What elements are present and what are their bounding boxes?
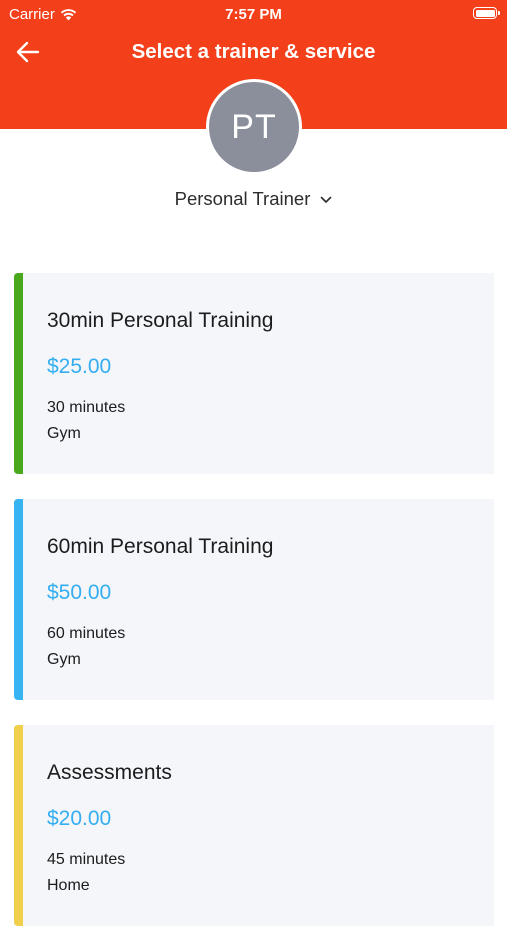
service-location: Gym — [47, 425, 81, 442]
service-duration: 30 minutes — [47, 399, 126, 416]
service-price: $25.00 — [47, 355, 112, 378]
service-price: $20.00 — [47, 807, 112, 830]
service-location: Home — [47, 877, 90, 894]
service-name: Assessments — [47, 761, 172, 784]
service-location: Gym — [47, 651, 81, 668]
chevron-down-icon — [321, 196, 332, 203]
trainer-name: Personal Trainer — [174, 188, 311, 209]
service-duration: 45 minutes — [47, 851, 126, 868]
back-button[interactable] — [14, 38, 42, 66]
service-name: 30min Personal Training — [47, 309, 274, 332]
service-accent-bar — [14, 499, 23, 700]
service-accent-bar — [14, 725, 23, 926]
arrow-left-icon — [16, 41, 40, 63]
page-title: Select a trainer & service — [131, 40, 376, 63]
trainer-avatar: PT — [206, 79, 302, 175]
status-time: 7:57 PM — [225, 6, 282, 23]
service-card-assessments[interactable]: Assessments $20.00 45 minutes Home — [14, 725, 494, 926]
service-card-60min[interactable]: 60min Personal Training $50.00 60 minute… — [14, 499, 494, 700]
service-accent-bar — [14, 273, 23, 474]
service-price: $50.00 — [47, 581, 112, 604]
service-duration: 60 minutes — [47, 625, 126, 642]
battery-icon — [473, 7, 500, 19]
status-bar: Carrier 7:57 PM — [0, 0, 507, 28]
service-card-30min[interactable]: 30min Personal Training $25.00 30 minute… — [14, 273, 494, 474]
service-name: 60min Personal Training — [47, 535, 274, 558]
trainer-initials: PT — [231, 107, 277, 146]
trainer-dropdown[interactable]: Personal Trainer — [0, 188, 507, 210]
